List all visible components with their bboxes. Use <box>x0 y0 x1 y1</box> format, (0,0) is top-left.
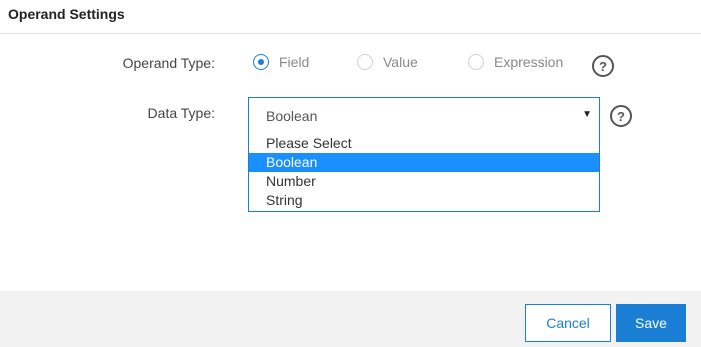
save-button[interactable]: Save <box>616 304 686 342</box>
radio-field-circle[interactable] <box>253 54 269 70</box>
cancel-button[interactable]: Cancel <box>525 304 611 342</box>
dropdown-option-boolean[interactable]: Boolean <box>249 153 599 172</box>
dropdown-option-string[interactable]: String <box>249 191 599 210</box>
radio-field[interactable]: Field <box>253 54 309 70</box>
operand-type-help-icon[interactable]: ? <box>592 55 614 77</box>
radio-expression-circle[interactable] <box>468 54 484 70</box>
radio-value[interactable]: Value <box>357 54 418 70</box>
data-type-label: Data Type: <box>147 105 215 121</box>
dialog-title: Operand Settings <box>8 6 125 22</box>
radio-value-label: Value <box>383 54 418 70</box>
radio-expression[interactable]: Expression <box>468 54 563 70</box>
chevron-down-icon: ▼ <box>582 109 592 120</box>
operand-type-label: Operand Type: <box>122 55 215 71</box>
data-type-help-icon[interactable]: ? <box>610 105 632 127</box>
radio-field-label: Field <box>279 54 310 70</box>
radio-value-circle[interactable] <box>357 54 373 70</box>
dialog-header: Operand Settings <box>0 0 701 34</box>
data-type-dropdown-list: Please Select Boolean Number String <box>248 134 600 212</box>
data-type-select[interactable]: Boolean ▼ <box>248 97 600 135</box>
dropdown-option-number[interactable]: Number <box>249 172 599 191</box>
dropdown-option-please-select[interactable]: Please Select <box>249 134 599 153</box>
radio-expression-label: Expression <box>494 54 564 70</box>
data-type-selected-value: Boolean <box>266 108 318 124</box>
